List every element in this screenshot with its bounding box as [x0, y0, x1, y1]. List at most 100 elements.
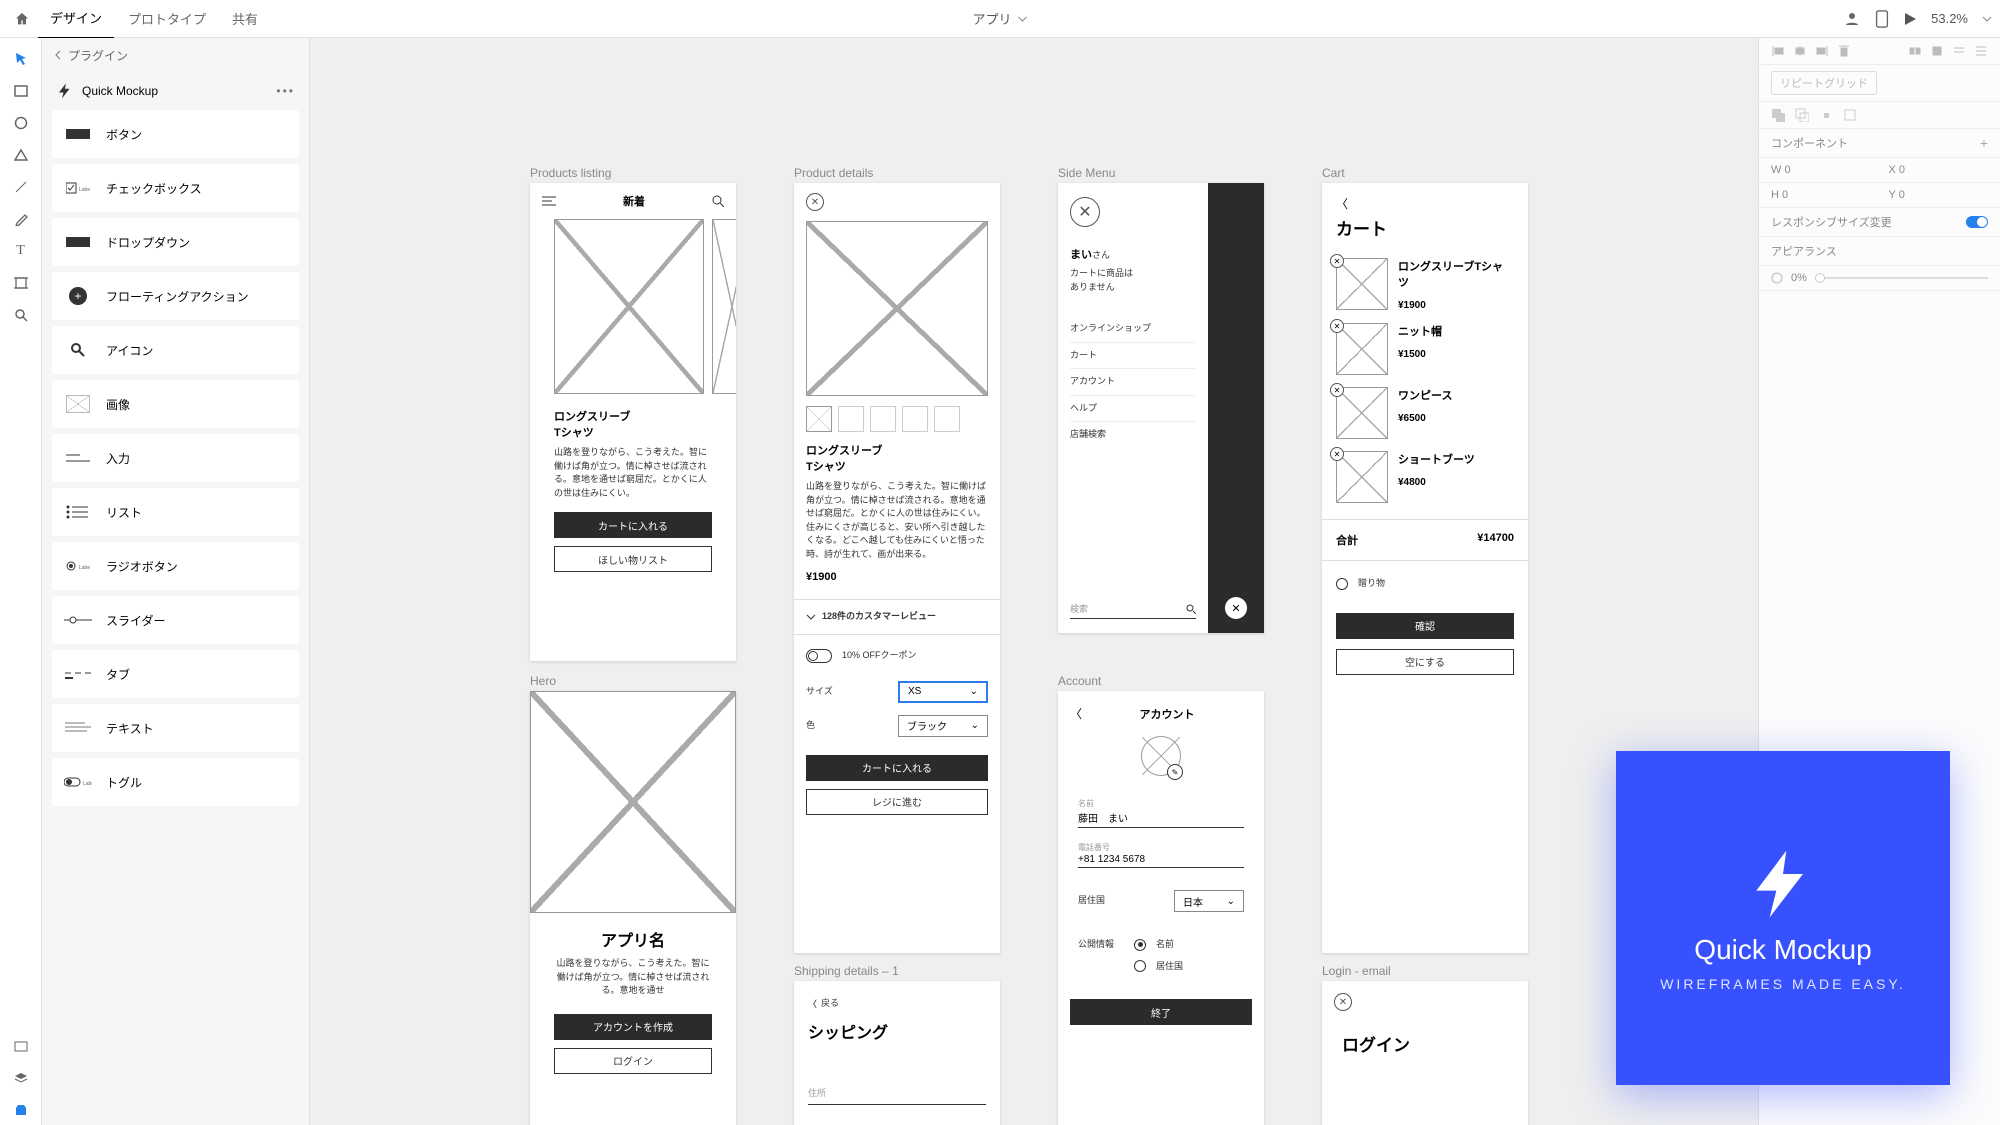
component-list: ボタン Labelチェックボックス ドロップダウン +フローティングアクション …: [42, 110, 309, 806]
artboard-label-hero[interactable]: Hero: [530, 674, 556, 688]
artboard-label-products[interactable]: Products listing: [530, 166, 611, 180]
confirm-button: 確認: [1336, 613, 1514, 639]
artboard-label-details[interactable]: Product details: [794, 166, 873, 180]
opacity-slider[interactable]: [1815, 277, 1988, 279]
plugin-back[interactable]: プラグイン: [42, 38, 309, 72]
component-label: ラジオボタン: [106, 558, 178, 575]
artboard-label-sidemenu[interactable]: Side Menu: [1058, 166, 1115, 180]
component-button[interactable]: ボタン: [52, 110, 299, 158]
component-tab[interactable]: タブ: [52, 650, 299, 698]
zoom-chevron-icon[interactable]: [1982, 14, 1992, 24]
component-input[interactable]: 入力: [52, 434, 299, 482]
artboard-cart[interactable]: 〈 カート ✕ロングスリーブTシャツ¥1900✕ニット帽¥1500✕ワンピース¥…: [1322, 183, 1528, 953]
home-icon[interactable]: [8, 5, 36, 33]
artboard-label-cart[interactable]: Cart: [1322, 166, 1345, 180]
component-icon[interactable]: アイコン: [52, 326, 299, 374]
width-field[interactable]: W 0: [1771, 164, 1871, 176]
artboard-login[interactable]: ✕ ログイン: [1322, 981, 1528, 1125]
svg-text:Label: Label: [83, 781, 92, 787]
size-select: XS⌄: [898, 681, 988, 703]
total-value: ¥14700: [1477, 532, 1514, 548]
device-icon[interactable]: [1875, 10, 1889, 28]
component-checkbox[interactable]: Labelチェックボックス: [52, 164, 299, 212]
color-value: ブラック: [907, 718, 947, 733]
y-field[interactable]: Y 0: [1889, 189, 1989, 201]
chevron-left-icon: [54, 50, 62, 60]
distribute-icons[interactable]: [1908, 44, 1988, 58]
app-top-bar: デザイン プロトタイプ 共有 アプリ 53.2%: [0, 0, 2000, 38]
repeat-grid-button[interactable]: リピートグリッド: [1771, 71, 1877, 95]
artboard-label-account[interactable]: Account: [1058, 674, 1101, 688]
login-title: ログイン: [1322, 1023, 1528, 1064]
phone-value: +81 1234 5678: [1078, 854, 1244, 868]
layers-icon[interactable]: [6, 1063, 36, 1093]
repeat-grid-label: リピートグリッド: [1780, 78, 1868, 90]
tab-prototype[interactable]: プロトタイプ: [116, 0, 218, 38]
product-desc: 山路を登りながら、こう考えた。智に働けば角が立つ。情に棹させば流される。意地を通…: [554, 446, 712, 500]
x-field[interactable]: X 0: [1889, 164, 1989, 176]
artboard-tool[interactable]: [6, 268, 36, 298]
wishlist-button: ほしい物リスト: [554, 546, 712, 572]
document-title[interactable]: アプリ: [972, 9, 1027, 28]
artboard-account[interactable]: 〈 アカウント ✎ 名前 藤田 まい 電話番号 +81 1234 5678 居住…: [1058, 691, 1264, 1125]
polygon-tool[interactable]: [6, 140, 36, 170]
canvas[interactable]: Products listing 新着 ロングスリーブ Tシャツ 山路を登りなが…: [310, 38, 1758, 1125]
artboard-label-shipping[interactable]: Shipping details – 1: [794, 964, 899, 978]
component-text[interactable]: テキスト: [52, 704, 299, 752]
component-slider[interactable]: スライダー: [52, 596, 299, 644]
component-radio[interactable]: Labelラジオボタン: [52, 542, 299, 590]
tab-share[interactable]: 共有: [220, 0, 270, 38]
remove-icon: ✕: [1330, 447, 1344, 461]
boolean-ops[interactable]: [1759, 102, 2000, 129]
user-suffix: さん: [1092, 250, 1110, 260]
height-field[interactable]: H 0: [1771, 189, 1871, 201]
country-label: 居住国: [1078, 894, 1105, 908]
artboard-side-menu[interactable]: ✕ まいさん カートに商品は ありません オンラインショップ カート アカウント…: [1058, 183, 1264, 633]
rectangle-tool[interactable]: [6, 76, 36, 106]
component-toggle[interactable]: Labelトグル: [52, 758, 299, 806]
line-tool[interactable]: [6, 172, 36, 202]
opacity-value[interactable]: 0%: [1791, 272, 1807, 284]
zoom-tool[interactable]: [6, 300, 36, 330]
tab-design[interactable]: デザイン: [38, 0, 114, 39]
reviews-label: 128件のカスタマーレビュー: [822, 610, 936, 624]
remove-icon: ✕: [1330, 254, 1344, 268]
text-tool[interactable]: T: [6, 236, 36, 266]
zoom-value[interactable]: 53.2%: [1931, 11, 1968, 26]
plugins-icon[interactable]: [6, 1095, 36, 1125]
artboard-products-listing[interactable]: 新着 ロングスリーブ Tシャツ 山路を登りながら、こう考えた。智に働けば角が立つ…: [530, 183, 736, 661]
responsive-toggle[interactable]: [1966, 216, 1988, 228]
visibility-icon[interactable]: [1771, 272, 1783, 284]
component-fab[interactable]: +フローティングアクション: [52, 272, 299, 320]
add-component-icon[interactable]: +: [1980, 135, 1988, 151]
align-icons[interactable]: [1771, 44, 1851, 58]
artboard-product-details[interactable]: ✕ ロングスリーブ Tシャツ 山路を登りながら、こう考えた。智に働けば角が立つ。…: [794, 183, 1000, 953]
component-image[interactable]: 画像: [52, 380, 299, 428]
toggle-icon: [806, 649, 832, 663]
user-icon[interactable]: [1843, 10, 1861, 28]
cart-empty-2: ありません: [1070, 281, 1196, 295]
hero-title: アプリ名: [554, 927, 712, 951]
component-dropdown[interactable]: ドロップダウン: [52, 218, 299, 266]
assets-icon[interactable]: [6, 1031, 36, 1061]
phone-label: 電話番号: [1078, 842, 1244, 854]
artboard-hero[interactable]: アプリ名 山路を登りながら、こう考えた。智に働けば角が立つ。情に棹させば流される…: [530, 691, 736, 1125]
artboard-shipping[interactable]: 〈戻る シッピング 住所: [794, 981, 1000, 1125]
cart-item: ✕ショートブーツ¥4800: [1322, 445, 1528, 509]
plugin-name-label: Quick Mockup: [82, 84, 158, 98]
plugin-more-icon[interactable]: •••: [276, 84, 295, 98]
ellipse-tool[interactable]: [6, 108, 36, 138]
artboard-label-login[interactable]: Login - email: [1322, 964, 1391, 978]
component-label: スライダー: [106, 612, 166, 629]
pd-desc: 山路を登りながら、こう考えた。智に働けば角が立つ。情に棹させば流される。意地を通…: [806, 480, 988, 561]
pen-tool[interactable]: [6, 204, 36, 234]
remove-icon: ✕: [1330, 383, 1344, 397]
hero-desc: 山路を登りながら、こう考えた。智に働けば角が立つ。情に棹させば流される。意地を通…: [554, 957, 712, 998]
play-icon[interactable]: [1903, 12, 1917, 26]
component-label: フローティングアクション: [106, 288, 249, 305]
component-list[interactable]: リスト: [52, 488, 299, 536]
pd-add-cart-button: カートに入れる: [806, 755, 988, 781]
svg-text:Label: Label: [79, 187, 90, 193]
pd-price: ¥1900: [806, 571, 988, 583]
select-tool[interactable]: [6, 44, 36, 74]
